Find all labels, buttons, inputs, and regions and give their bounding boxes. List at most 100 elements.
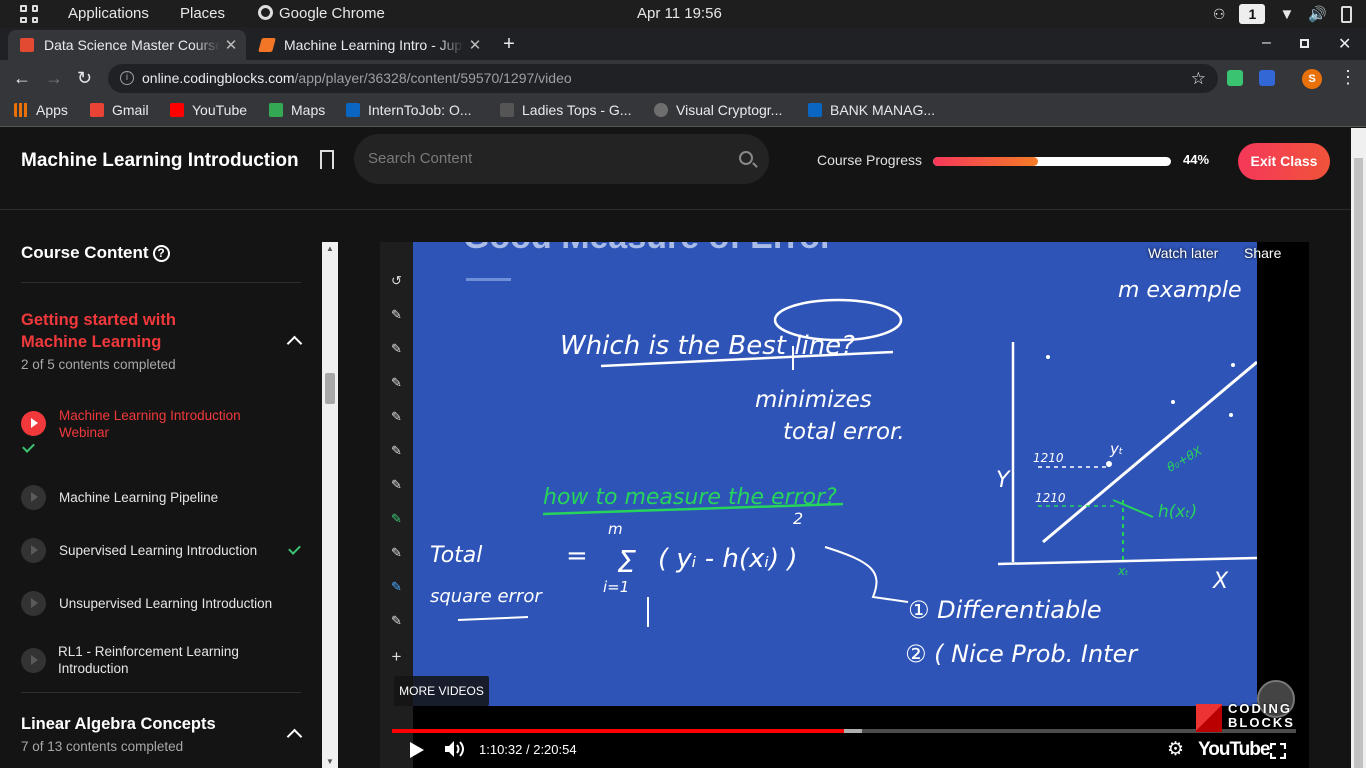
pen-tool-icon[interactable]: ✎ [390, 308, 403, 321]
tab-data-science[interactable]: Data Science Master Course ✕ [8, 30, 246, 60]
pen-tool-icon[interactable]: ✎ [390, 478, 403, 491]
extension-icon[interactable] [1227, 70, 1243, 86]
collapse-chevron-icon[interactable] [286, 335, 303, 352]
pen-tool-icon[interactable]: ✎ [390, 410, 403, 423]
board-answer-1a: minimizes [755, 387, 872, 413]
browser-menu-icon[interactable]: ⋮ [1339, 67, 1357, 88]
close-tab-icon[interactable]: ✕ [464, 36, 486, 54]
forward-button[interactable]: → [45, 68, 63, 89]
sidebar-scroll-thumb[interactable] [325, 373, 335, 404]
search-content-input[interactable]: Search Content [354, 134, 769, 184]
section-title[interactable]: Getting started with Machine Learning [21, 309, 176, 353]
minimize-window-button[interactable]: – [1262, 34, 1271, 52]
bookmark-visual-crypto[interactable]: Visual Cryptogr... [654, 102, 782, 118]
youtube-logo[interactable]: YouTube [1198, 739, 1270, 761]
help-icon[interactable]: ? [152, 245, 170, 262]
chrome-app-menu[interactable]: Google Chrome [258, 5, 385, 22]
address-bar[interactable]: i online.codingblocks.com/app/player/363… [108, 64, 1218, 93]
places-menu[interactable]: Places [180, 5, 225, 22]
maps-icon [269, 103, 283, 117]
tab-jupyter[interactable]: Machine Learning Intro - Jupyter ✕ [248, 30, 490, 60]
section-title-line: Machine Learning [21, 333, 162, 351]
board-tick: 1210 [1035, 491, 1066, 505]
close-window-button[interactable]: ✕ [1338, 34, 1351, 54]
bookmark-interntojob[interactable]: InternToJob: O... [346, 102, 472, 118]
extension-icon[interactable] [1259, 70, 1275, 86]
clock[interactable]: Apr 11 19:56 [637, 5, 722, 22]
battery-icon[interactable] [1341, 5, 1352, 23]
pen-tool-icon[interactable]: ✎ [390, 512, 403, 525]
apps-grid-icon [14, 103, 28, 117]
site-info-icon[interactable]: i [120, 71, 134, 85]
video-player[interactable]: Good Measure of Error Which is the Best … [380, 242, 1309, 768]
course-player-page: Machine Learning Introduction Search Con… [0, 128, 1366, 768]
board-y-label: Y [996, 468, 1011, 493]
bookmark-gmail[interactable]: Gmail [90, 102, 149, 118]
pen-tool-icon[interactable]: ✎ [390, 546, 403, 559]
maximize-window-button[interactable] [1300, 39, 1309, 48]
more-videos-button[interactable]: MORE VIDEOS [394, 676, 489, 706]
pen-tool-icon[interactable]: ✎ [390, 376, 403, 389]
workspace-indicator[interactable]: 1 [1239, 4, 1266, 24]
bookmark-star-icon[interactable]: ☆ [1191, 64, 1206, 93]
section-progress-text: 7 of 13 contents completed [21, 739, 184, 754]
lesson-item[interactable]: Machine Learning Introduction Webinar [21, 408, 301, 460]
board-x-label: X [1212, 569, 1229, 594]
bookmark-maps[interactable]: Maps [269, 102, 325, 118]
back-button[interactable]: ← [13, 68, 31, 89]
volume-icon[interactable]: 🔊 [1308, 5, 1327, 23]
pen-tool-icon[interactable]: ✎ [390, 580, 403, 593]
board-power: 2 [793, 509, 803, 528]
settings-gear-icon[interactable]: ⚙ [1167, 738, 1184, 761]
collapse-chevron-icon[interactable] [286, 728, 303, 745]
share-button[interactable]: Share [1244, 245, 1281, 261]
profile-avatar[interactable]: S [1302, 69, 1322, 89]
volume-icon[interactable] [444, 740, 466, 758]
globe-icon [500, 103, 514, 117]
chrome-app-label: Google Chrome [279, 5, 385, 22]
bookmark-apps[interactable]: Apps [14, 102, 68, 118]
lesson-item[interactable]: Supervised Learning Introduction [21, 538, 301, 566]
sidebar-scrollbar[interactable]: ▲ ▼ [322, 242, 338, 768]
search-icon[interactable] [739, 151, 753, 165]
exit-class-button[interactable]: Exit Class [1238, 143, 1330, 180]
watch-later-button[interactable]: Watch later [1148, 245, 1218, 261]
play-circle-icon [21, 591, 46, 616]
bookmark-label: Apps [36, 102, 68, 118]
board-xt-label: xₜ [1117, 564, 1129, 578]
scroll-up-arrow-icon[interactable]: ▲ [326, 244, 334, 253]
bookmark-ladies-tops[interactable]: Ladies Tops - G... [500, 102, 631, 118]
section-title[interactable]: Linear Algebra Concepts [21, 713, 216, 735]
reload-button[interactable]: ↻ [77, 68, 92, 89]
applications-menu[interactable]: Applications [68, 5, 149, 22]
board-title: Good Measure of Error [463, 242, 833, 256]
pen-tool-icon[interactable]: ✎ [390, 444, 403, 457]
new-tab-button[interactable]: + [499, 33, 519, 56]
wifi-icon[interactable]: ▼ [1279, 6, 1294, 23]
lesson-item[interactable]: RL1 - Reinforcement Learning Introduction [21, 644, 301, 684]
fullscreen-icon[interactable] [1270, 743, 1286, 759]
board-sum-bottom: i=1 [603, 578, 629, 596]
lesson-item[interactable]: Unsupervised Learning Introduction [21, 591, 301, 619]
bookmark-bank-manag[interactable]: BANK MANAG... [808, 102, 935, 118]
play-icon[interactable] [410, 742, 424, 758]
lesson-item[interactable]: Machine Learning Pipeline [21, 485, 301, 513]
scroll-down-arrow-icon[interactable]: ▼ [326, 757, 334, 766]
undo-icon[interactable]: ↺ [390, 274, 403, 287]
board-data-points [1046, 355, 1235, 467]
linkedin-icon [346, 103, 360, 117]
system-top-bar: Applications Places Google Chrome Apr 11… [0, 0, 1366, 28]
bookmark-youtube[interactable]: YouTube [170, 102, 247, 118]
add-tool-icon[interactable]: + [390, 648, 403, 665]
codingblocks-cube-icon [1196, 704, 1222, 732]
bookmark-icon[interactable] [320, 150, 334, 171]
video-progress-bar[interactable] [392, 729, 1296, 733]
activities-grid-icon[interactable] [20, 5, 38, 23]
pen-tool-icon[interactable]: ✎ [390, 614, 403, 627]
users-icon[interactable]: ⚇ [1213, 6, 1226, 23]
page-scroll-thumb[interactable] [1354, 158, 1363, 768]
course-content-title: Course Content [21, 243, 149, 262]
pen-tool-icon[interactable]: ✎ [390, 342, 403, 355]
close-tab-icon[interactable]: ✕ [220, 36, 242, 54]
page-scrollbar[interactable] [1351, 128, 1366, 768]
